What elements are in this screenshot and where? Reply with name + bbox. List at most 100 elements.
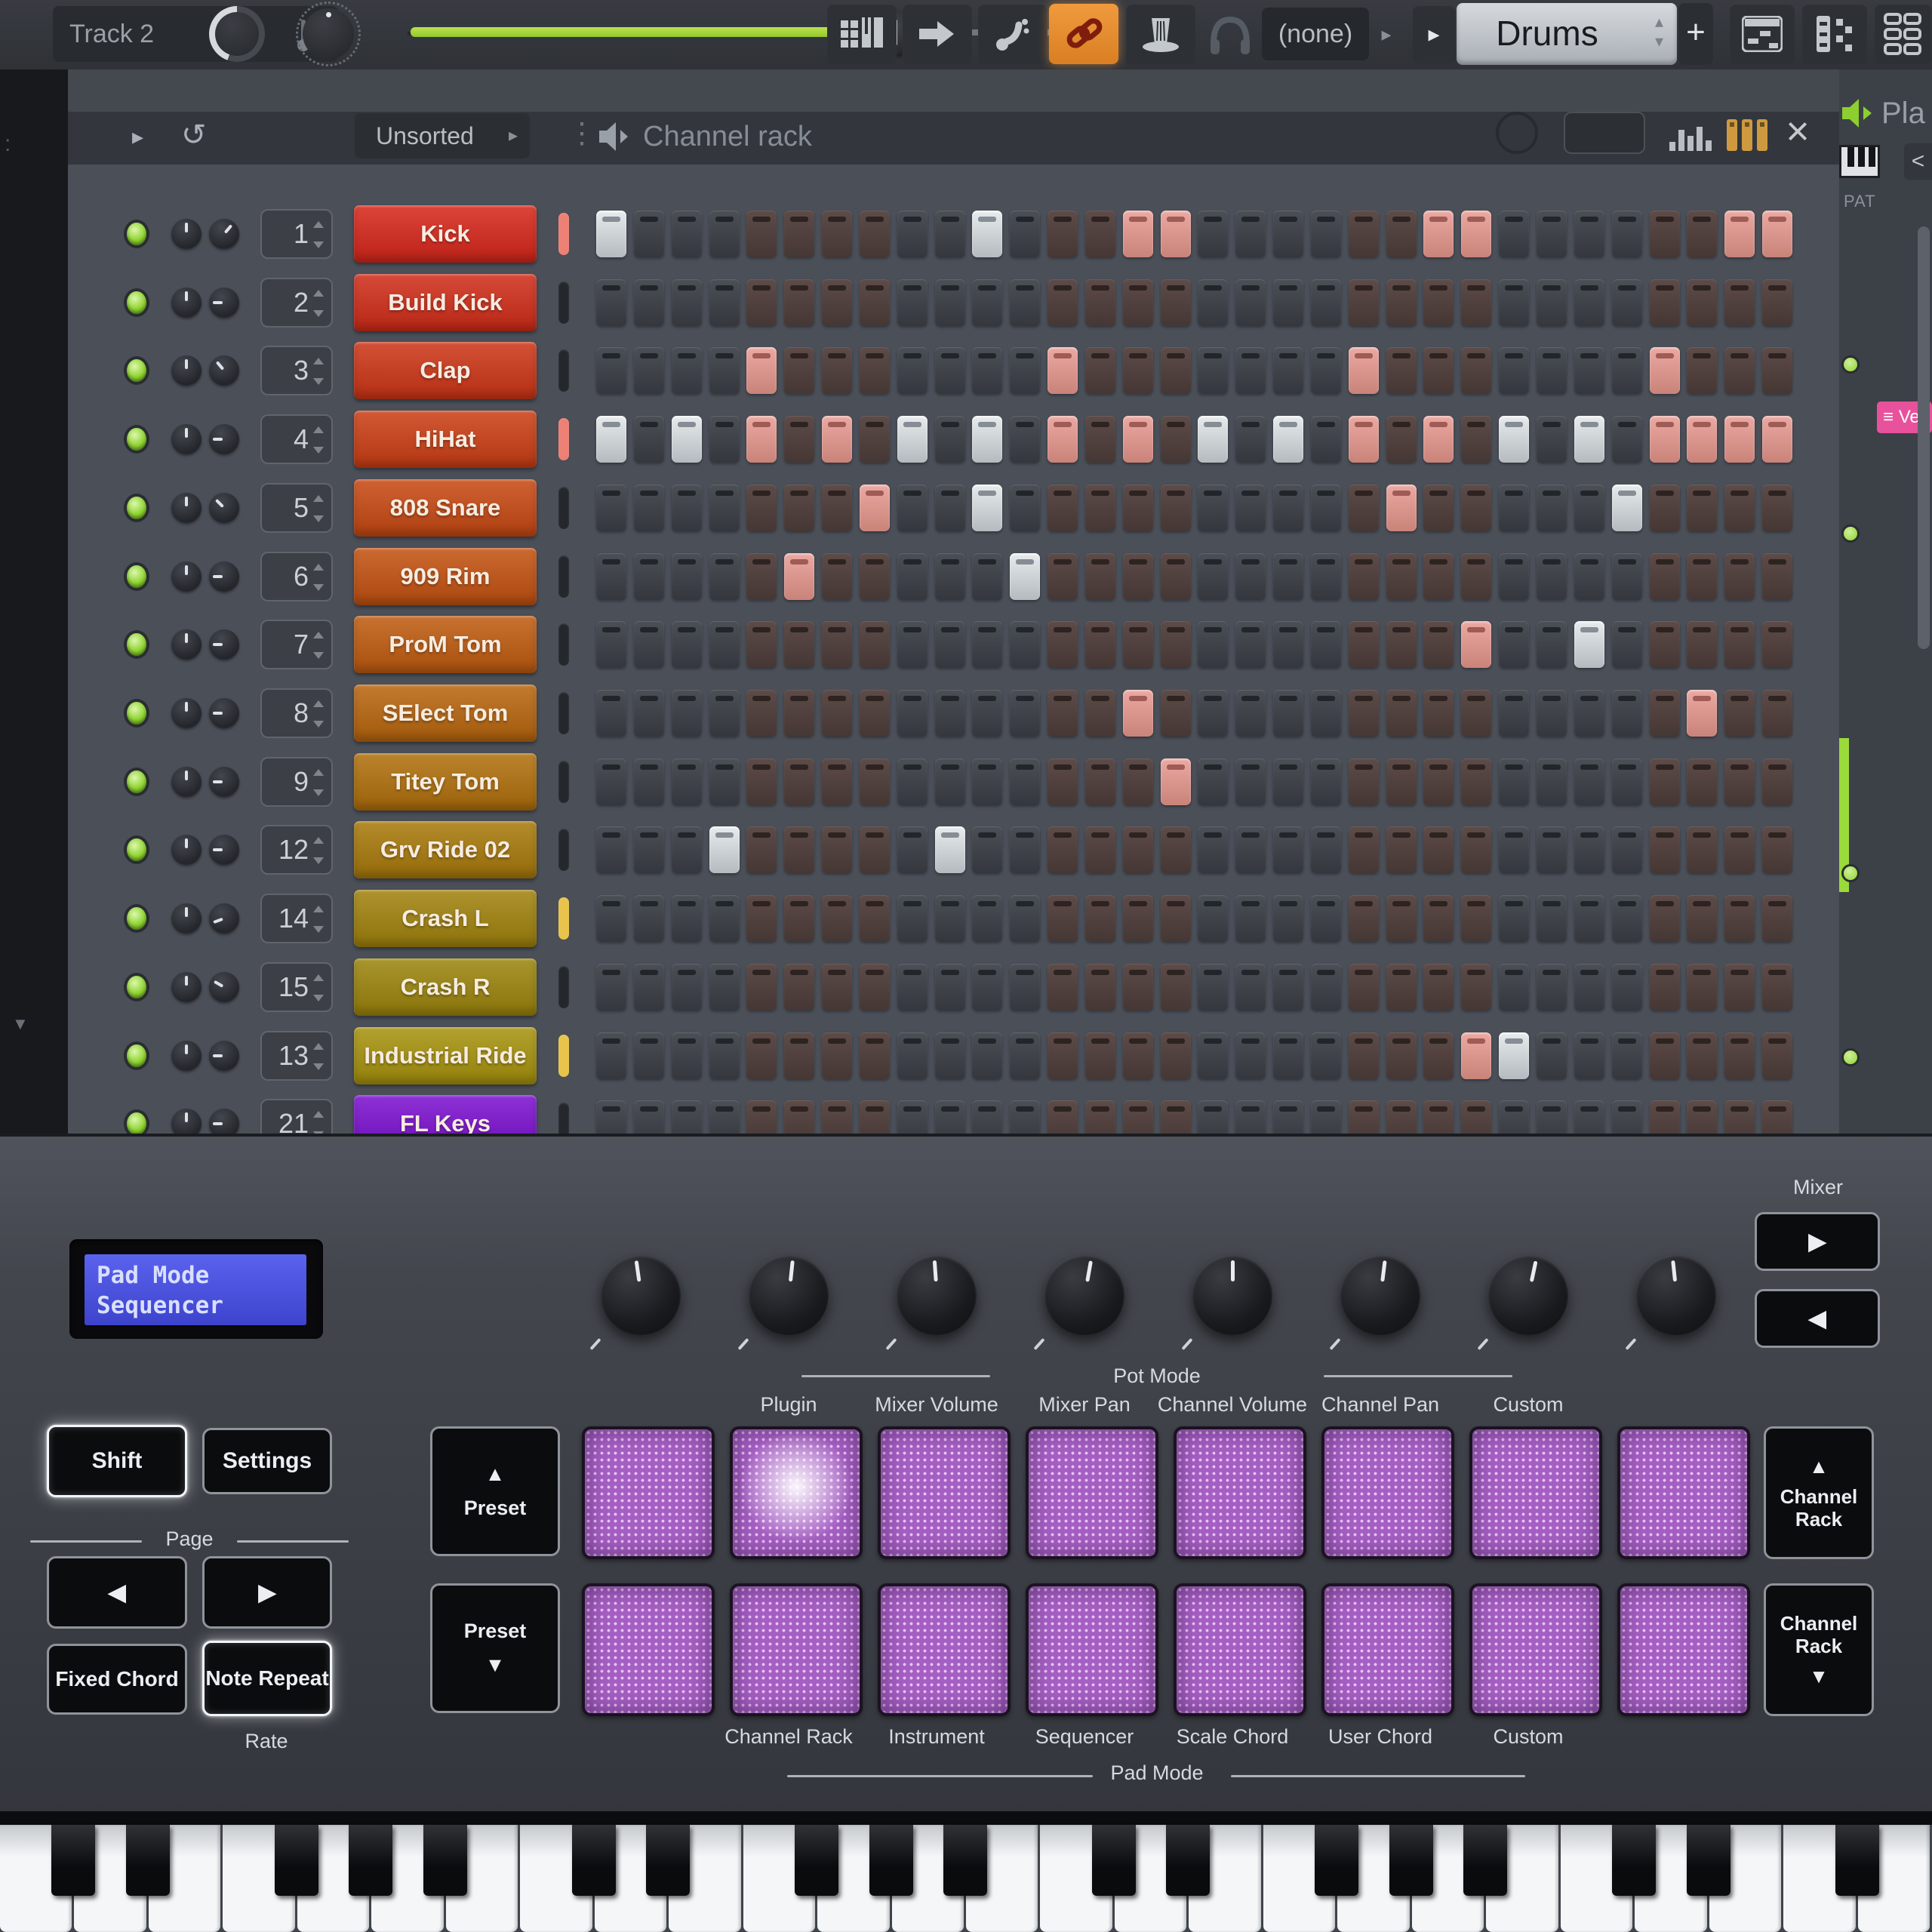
channel-enable-led[interactable] xyxy=(127,1044,146,1067)
stepper-up-icon[interactable] xyxy=(313,495,324,502)
step-cell-20[interactable] xyxy=(1311,895,1341,942)
step-cell-5[interactable] xyxy=(746,1032,777,1079)
step-cell-23[interactable] xyxy=(1423,690,1454,737)
step-cell-8[interactable] xyxy=(860,553,890,600)
step-cell-15[interactable] xyxy=(1123,758,1153,805)
pot-knob-1[interactable] xyxy=(601,1255,681,1335)
step-cell-16[interactable] xyxy=(1161,621,1191,668)
track-led[interactable] xyxy=(1844,358,1857,371)
step-cell-12[interactable] xyxy=(1010,1100,1040,1134)
step-cell-4[interactable] xyxy=(709,826,740,873)
black-key-11[interactable] xyxy=(795,1825,838,1896)
step-cell-22[interactable] xyxy=(1386,553,1417,600)
step-cell-31[interactable] xyxy=(1724,416,1755,463)
pattern-selector[interactable]: Drums ▴▾ xyxy=(1457,3,1677,65)
step-cell-9[interactable] xyxy=(897,416,928,463)
channel-rack-up-button[interactable]: ▲Channel Rack xyxy=(1764,1426,1874,1559)
black-key-5[interactable] xyxy=(349,1825,392,1896)
channel-enable-led[interactable] xyxy=(127,907,146,930)
step-cell-16[interactable] xyxy=(1161,758,1191,805)
channel-knob-b[interactable] xyxy=(209,698,239,728)
step-cell-20[interactable] xyxy=(1311,1032,1341,1079)
step-cell-25[interactable] xyxy=(1499,895,1529,942)
step-cell-17[interactable] xyxy=(1198,895,1228,942)
step-cell-26[interactable] xyxy=(1537,964,1567,1011)
step-cell-14[interactable] xyxy=(1085,1100,1115,1134)
step-cell-31[interactable] xyxy=(1724,1100,1755,1134)
step-cell-24[interactable] xyxy=(1461,758,1491,805)
step-cell-10[interactable] xyxy=(935,690,965,737)
step-cell-12[interactable] xyxy=(1010,416,1040,463)
step-cell-31[interactable] xyxy=(1724,690,1755,737)
step-cell-13[interactable] xyxy=(1048,758,1078,805)
step-cell-26[interactable] xyxy=(1537,279,1567,326)
step-cell-20[interactable] xyxy=(1311,416,1341,463)
step-cell-6[interactable] xyxy=(784,211,814,257)
drum-pad-r2-c4[interactable] xyxy=(1026,1583,1158,1716)
step-cell-7[interactable] xyxy=(822,279,852,326)
mixer-left-button[interactable]: ◀ xyxy=(1755,1289,1880,1348)
step-cell-24[interactable] xyxy=(1461,1032,1491,1079)
channel-knob-a[interactable] xyxy=(171,561,202,592)
step-cell-20[interactable] xyxy=(1311,758,1341,805)
step-cell-23[interactable] xyxy=(1423,485,1454,531)
pot-knob-7[interactable] xyxy=(1488,1255,1568,1335)
step-cell-14[interactable] xyxy=(1085,485,1115,531)
step-cell-29[interactable] xyxy=(1650,279,1680,326)
step-cell-5[interactable] xyxy=(746,553,777,600)
step-cell-6[interactable] xyxy=(784,690,814,737)
step-cell-18[interactable] xyxy=(1235,553,1266,600)
note-repeat-button[interactable]: Note Repeat xyxy=(202,1641,332,1716)
stepper-up-icon[interactable] xyxy=(313,564,324,571)
step-cell-14[interactable] xyxy=(1085,621,1115,668)
step-cell-24[interactable] xyxy=(1461,621,1491,668)
step-cell-31[interactable] xyxy=(1724,347,1755,394)
step-cell-18[interactable] xyxy=(1235,758,1266,805)
step-cell-32[interactable] xyxy=(1762,416,1792,463)
step-cell-31[interactable] xyxy=(1724,1032,1755,1079)
step-cell-4[interactable] xyxy=(709,416,740,463)
step-cell-19[interactable] xyxy=(1273,553,1303,600)
step-cell-14[interactable] xyxy=(1085,279,1115,326)
step-cell-32[interactable] xyxy=(1762,690,1792,737)
step-cell-8[interactable] xyxy=(860,621,890,668)
step-cell-19[interactable] xyxy=(1273,485,1303,531)
step-cell-28[interactable] xyxy=(1612,964,1642,1011)
step-cell-3[interactable] xyxy=(672,279,702,326)
drum-pad-r2-c1[interactable] xyxy=(582,1583,715,1716)
stepper-down-icon[interactable] xyxy=(313,721,324,728)
step-cell-25[interactable] xyxy=(1499,553,1529,600)
step-cell-31[interactable] xyxy=(1724,621,1755,668)
black-key-2[interactable] xyxy=(126,1825,170,1896)
step-cell-7[interactable] xyxy=(822,1100,852,1134)
step-cell-6[interactable] xyxy=(784,553,814,600)
channel-number[interactable]: 8 xyxy=(260,688,333,738)
slide-notes-button[interactable] xyxy=(978,4,1048,64)
step-cell-5[interactable] xyxy=(746,485,777,531)
step-cell-2[interactable] xyxy=(634,895,664,942)
step-cell-21[interactable] xyxy=(1349,621,1379,668)
step-cell-12[interactable] xyxy=(1010,279,1040,326)
step-cell-17[interactable] xyxy=(1198,621,1228,668)
channel-mute-indicator[interactable] xyxy=(558,761,569,803)
step-cell-8[interactable] xyxy=(860,211,890,257)
step-cell-22[interactable] xyxy=(1386,826,1417,873)
step-cell-10[interactable] xyxy=(935,1032,965,1079)
collapse-panel-button[interactable]: < xyxy=(1904,143,1932,180)
step-cell-28[interactable] xyxy=(1612,758,1642,805)
step-cell-28[interactable] xyxy=(1612,690,1642,737)
step-cell-26[interactable] xyxy=(1537,1100,1567,1134)
channel-number[interactable]: 15 xyxy=(260,962,333,1012)
step-cell-15[interactable] xyxy=(1123,211,1153,257)
step-cell-14[interactable] xyxy=(1085,416,1115,463)
channel-mute-indicator[interactable] xyxy=(558,281,569,324)
channel-enable-led[interactable] xyxy=(127,1112,146,1134)
step-cell-19[interactable] xyxy=(1273,416,1303,463)
step-cell-8[interactable] xyxy=(860,416,890,463)
step-cell-6[interactable] xyxy=(784,826,814,873)
step-cell-2[interactable] xyxy=(634,826,664,873)
channel-enable-led[interactable] xyxy=(127,428,146,451)
channel-knob-a[interactable] xyxy=(171,424,202,454)
black-key-13[interactable] xyxy=(943,1825,987,1896)
step-cell-32[interactable] xyxy=(1762,347,1792,394)
